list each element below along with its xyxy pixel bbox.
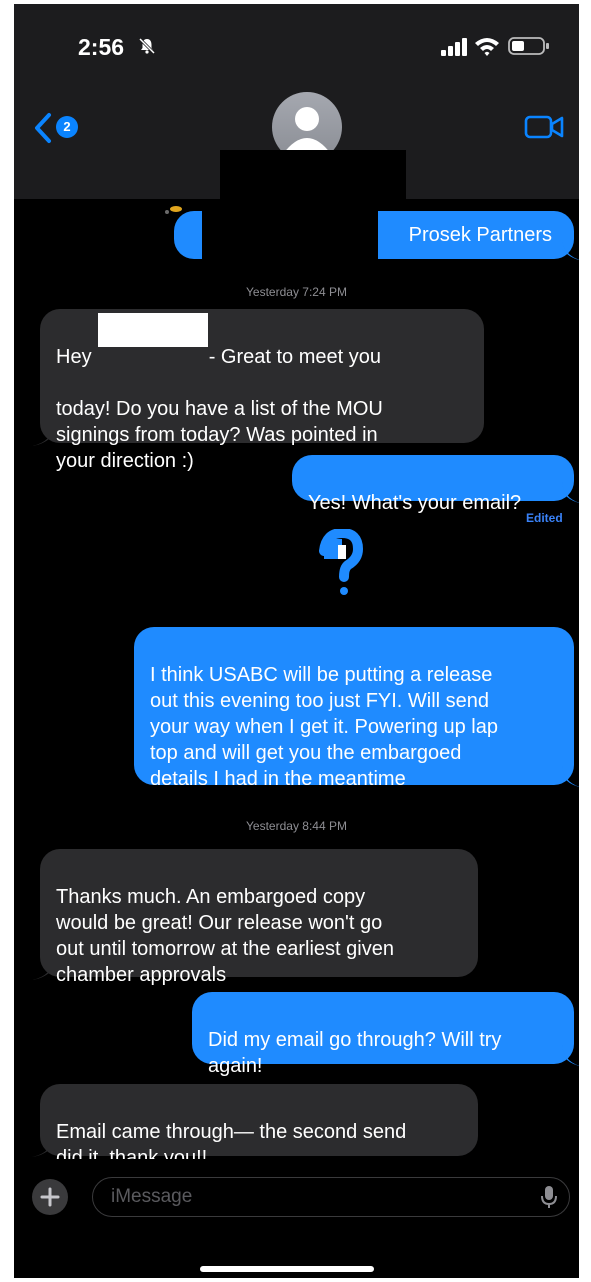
phone-screen: 2:56 2 Prosek Partners Yesterday 7:24 PM…: [14, 4, 579, 1278]
message-text: - Great to meet you: [208, 346, 381, 368]
conversation-header: 2:56 2: [14, 4, 579, 200]
message-bubble-received[interactable]: Email came through— the second send did …: [40, 1084, 478, 1169]
back-button[interactable]: 2: [32, 108, 90, 148]
message-text: Did my email go through? Will try again!: [208, 1029, 502, 1077]
microphone-icon[interactable]: [541, 1185, 557, 1209]
video-call-icon[interactable]: [524, 114, 564, 140]
plus-icon: [40, 1187, 60, 1207]
message-text: Hey: [56, 346, 92, 368]
bubble-tail: [32, 1135, 54, 1157]
timestamp: Yesterday 8:44 PM: [246, 819, 347, 833]
question-mark-icon: [319, 529, 364, 595]
compose-bar: [14, 1159, 579, 1278]
message-bubble-received[interactable]: Thanks much. An embargoed copy would be …: [40, 849, 478, 986]
silent-bell-icon: [138, 37, 156, 55]
bubble-tail: [32, 958, 54, 980]
bubble-tail: [562, 239, 579, 260]
redacted-contact-name: [220, 150, 406, 200]
message-text: I think USABC will be putting a release …: [150, 664, 498, 790]
home-indicator[interactable]: [200, 1266, 374, 1272]
message-text: Thanks much. An embargoed copy would be …: [56, 886, 394, 986]
bubble-tail: [562, 482, 579, 503]
cellular-signal-icon: [441, 38, 467, 56]
imessage-field[interactable]: [92, 1177, 570, 1217]
message-bubble-sent[interactable]: Yes! What's your email?: [292, 455, 574, 514]
message-thread: Prosek Partners Yesterday 7:24 PM Hey - …: [14, 199, 579, 1169]
apps-plus-button[interactable]: [32, 1179, 68, 1215]
emoji-fragment: [162, 203, 184, 217]
timestamp: Yesterday 7:24 PM: [246, 285, 347, 299]
bubble-tail: [562, 766, 579, 787]
bubble-tail: [32, 424, 54, 446]
message-text: Yes! What's your email?: [308, 492, 522, 514]
bubble-tail: [562, 1045, 579, 1066]
message-input[interactable]: [111, 1178, 511, 1216]
chevron-left-icon: [35, 113, 51, 143]
message-bubble-sent[interactable]: I think USABC will be putting a release …: [134, 627, 574, 790]
message-bubble-sent[interactable]: Did my email go through? Will try again!: [192, 992, 574, 1077]
wifi-icon: [475, 38, 499, 56]
edited-label: Edited: [526, 511, 563, 525]
battery-icon: [508, 37, 549, 55]
status-time: 2:56: [78, 34, 125, 60]
unread-count-badge: 2: [56, 116, 78, 138]
redacted-name: [98, 313, 208, 347]
redacted-text: [202, 207, 378, 269]
